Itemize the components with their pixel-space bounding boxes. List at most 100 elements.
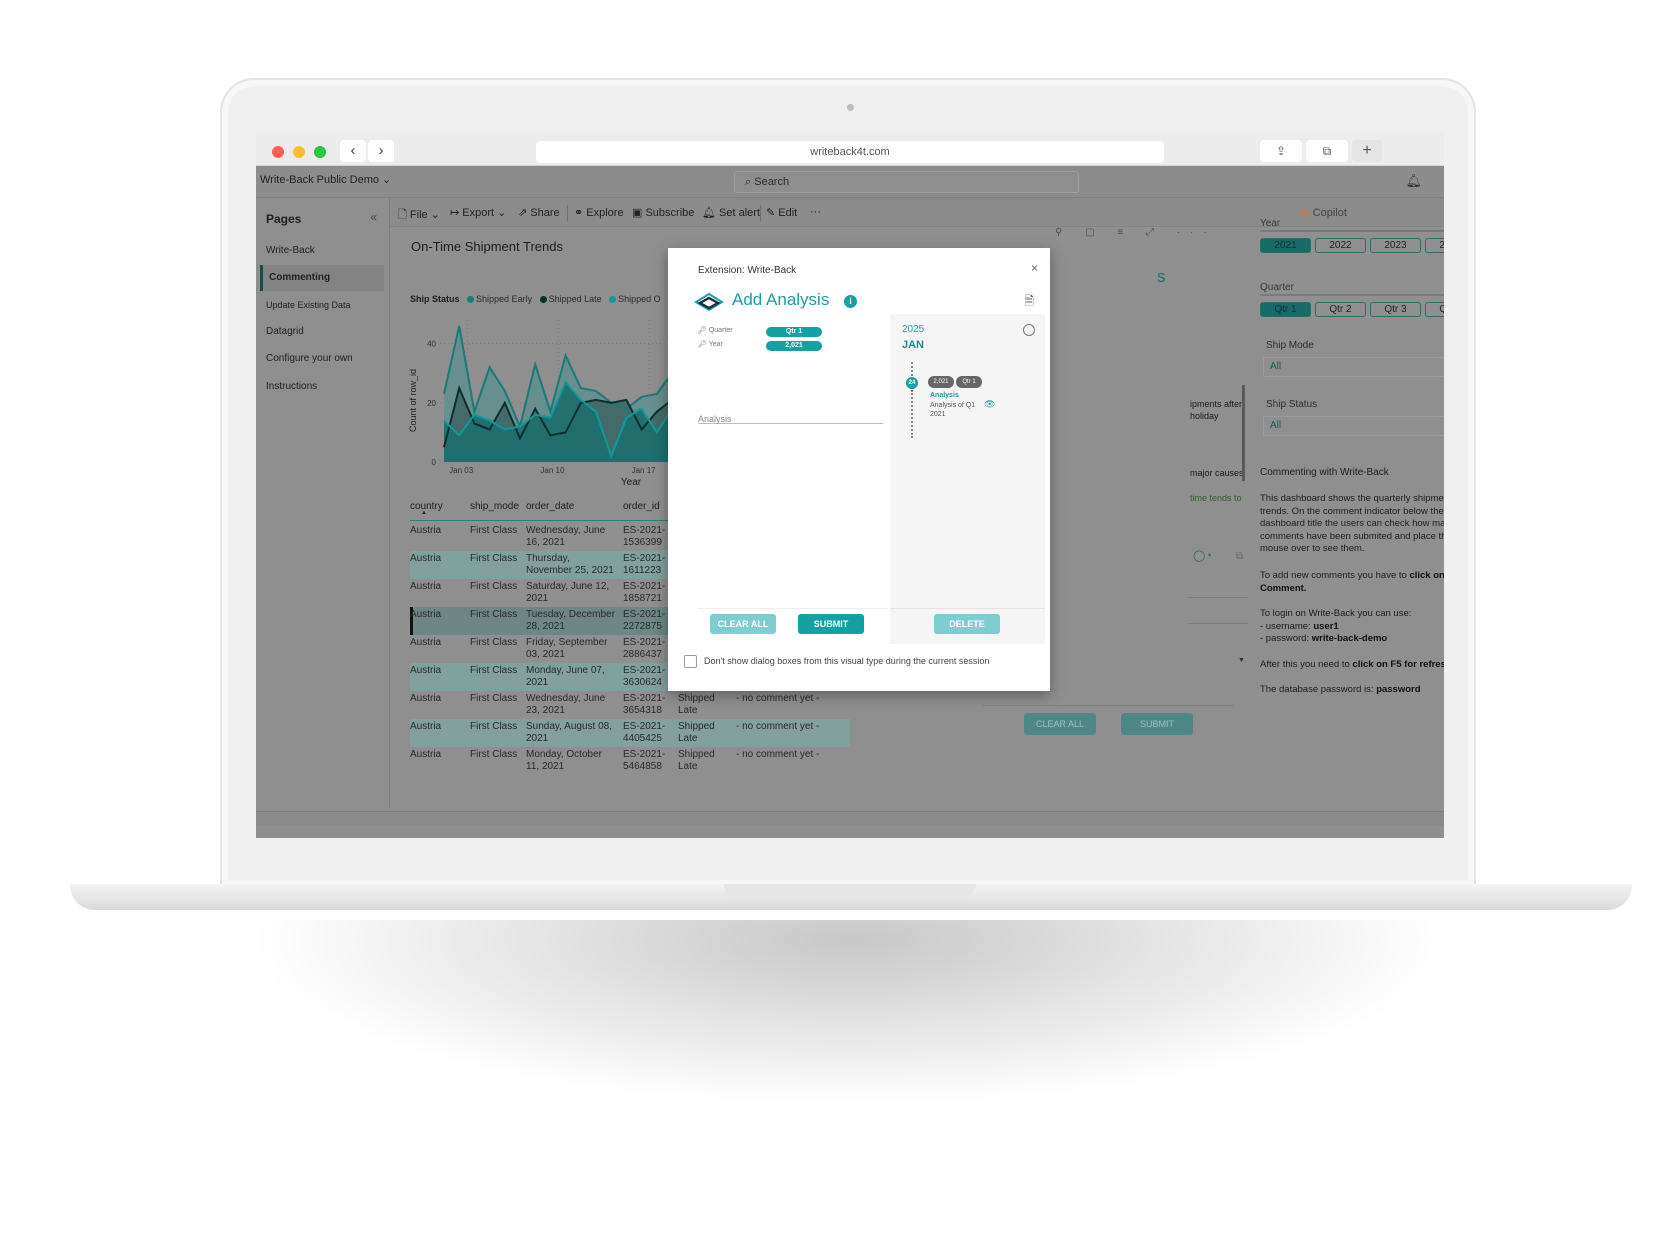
table-row[interactable]: Austria First Class Wednesday, June 23, 202…	[410, 691, 850, 719]
analysis-input[interactable]: Analysis	[698, 406, 883, 424]
clear-all-button[interactable]: CLEAR ALL	[710, 614, 776, 634]
cell-country: Austria	[410, 637, 442, 648]
ship-status-dropdown[interactable]: All ⌄	[1263, 416, 1444, 436]
chart-legend: Ship Status Shipped Early Shipped Late S…	[410, 294, 661, 304]
export-menu[interactable]: ↦ Export ⌄	[450, 206, 506, 219]
analysis-timeline-panel: 2025 JAN 24 2,021 Qtr 1 Analysis Analysi…	[890, 314, 1045, 644]
share-icon[interactable]: ⇪	[1260, 140, 1302, 162]
quarter-option-qtr-3[interactable]: Qtr 3	[1370, 302, 1421, 317]
cell-order-date: Friday, September 03, 2021	[526, 637, 608, 661]
select-radio[interactable]	[1023, 324, 1035, 336]
cell-order-id: ES-2021- 1536399	[623, 525, 665, 549]
bell-icon[interactable]: 🔔︎	[1405, 173, 1422, 189]
maximize-window-button[interactable]	[314, 146, 326, 158]
background-text-3: major causes	[1190, 468, 1244, 478]
workspace-selector[interactable]: Write-Back Public Demo ⌄	[260, 173, 391, 186]
cell-status: Shipped Late	[678, 749, 715, 773]
cell-order-id: ES-2021- 1611223	[623, 553, 665, 577]
legend-item-shipped-on-time[interactable]: Shipped O	[618, 294, 661, 304]
ship-mode-dropdown[interactable]: All ⌄	[1263, 357, 1444, 377]
background-submit-button[interactable]: SUBMIT	[1121, 713, 1193, 735]
sidebar-item-instructions[interactable]: Instructions	[260, 374, 384, 400]
cell-line: Late	[678, 705, 698, 716]
more-options-button[interactable]: ···	[810, 206, 821, 218]
comment-indicator-icon[interactable]: ◯◔	[1193, 549, 1212, 562]
forward-icon[interactable]: ›	[368, 140, 394, 162]
timeline-entry-text: Analysis of Q1 2021	[930, 402, 976, 418]
collapse-icon[interactable]: «	[370, 210, 377, 224]
sidebar-item-update-existing-data[interactable]: Update Existing Data	[260, 292, 384, 318]
key-icon: 🔑︎	[698, 327, 707, 334]
close-window-button[interactable]	[272, 146, 284, 158]
new-tab-icon[interactable]: +	[1352, 140, 1382, 162]
share-button[interactable]: ⇗ Share	[518, 206, 560, 219]
cell-ship-mode: First Class	[470, 693, 518, 704]
sort-ascending-icon[interactable]: ▲	[421, 510, 427, 516]
tabs-icon[interactable]: ⧉	[1306, 140, 1348, 162]
edit-button[interactable]: ✎ Edit	[766, 206, 797, 219]
info-heading: Commenting with Write-Back	[1260, 467, 1389, 478]
cell-line: ES-2021-	[623, 637, 666, 648]
legend-item-shipped-early[interactable]: Shipped Early	[476, 294, 532, 304]
cell-order-id: ES-2021- 5464858	[623, 749, 665, 773]
back-icon[interactable]: ‹	[340, 140, 366, 162]
explore-button[interactable]: ⚭ Explore	[574, 206, 624, 219]
table-row[interactable]: Austria First Class Sunday, August 08, 2021…	[410, 719, 850, 747]
add-comment-icon[interactable]: ⧉	[1236, 551, 1243, 562]
cell-line: ES-2021-	[623, 525, 666, 536]
legend-item-shipped-late[interactable]: Shipped Late	[549, 294, 602, 304]
document-icon[interactable]: 🗎	[1024, 292, 1034, 313]
subscribe-icon: ▣	[632, 207, 646, 219]
cell-line: 1536399	[623, 537, 662, 548]
submit-button[interactable]: SUBMIT	[798, 614, 864, 634]
cell-line: ES-2021-	[623, 665, 666, 676]
search-input[interactable]: ⌕ Search	[734, 171, 1079, 193]
quarter-slicer-label: Quarter	[1260, 282, 1294, 293]
year-option-2024[interactable]: 2024	[1425, 238, 1444, 253]
background-clear-all-button[interactable]: CLEAR ALL	[1024, 713, 1096, 735]
file-menu[interactable]: 🗋︎ File ⌄	[398, 206, 440, 225]
column-header-order-date[interactable]: order_date	[526, 501, 574, 512]
year-option-2022[interactable]: 2022	[1315, 238, 1366, 253]
eye-icon[interactable]: 👁︎	[984, 399, 995, 410]
subscribe-button[interactable]: ▣ Subscribe	[632, 206, 694, 219]
quarter-slicer-underline	[1260, 294, 1444, 296]
background-title-fragment: s	[1157, 267, 1166, 286]
year-option-2023[interactable]: 2023	[1370, 238, 1421, 253]
file-icon: 🗋︎	[398, 209, 410, 221]
dont-show-checkbox[interactable]	[684, 655, 697, 668]
dropdown-arrow-icon[interactable]: ▼	[1238, 657, 1245, 664]
set-alert-button[interactable]: 🔔︎ Set alert	[702, 206, 760, 219]
sidebar-item-write-back[interactable]: Write-Back	[260, 238, 384, 264]
divider	[1188, 597, 1248, 598]
info-paragraph-1: This dashboard shows the quarterly shipm…	[1260, 493, 1444, 554]
quarter-option-qtr-4[interactable]: Qtr 4	[1425, 302, 1444, 317]
sidebar-item-commenting[interactable]: Commenting	[260, 265, 384, 291]
background-scrollbar[interactable]	[1242, 385, 1245, 481]
sidebar-item-datagrid[interactable]: Datagrid	[260, 319, 384, 345]
quarter-option-qtr-2[interactable]: Qtr 2	[1315, 302, 1366, 317]
minimize-window-button[interactable]	[293, 146, 305, 158]
cell-line: 28, 2021	[526, 621, 565, 632]
address-bar[interactable]: writeback4t.com	[536, 141, 1164, 163]
cell-status: Shipped Late	[678, 693, 715, 717]
cell-order-id: ES-2021- 3654318	[623, 693, 665, 717]
timeline-day-badge: 24	[906, 377, 918, 389]
column-header-ship-mode[interactable]: ship_mode	[470, 501, 519, 512]
quarter-option-qtr-1[interactable]: Qtr 1	[1260, 302, 1311, 317]
copilot-button[interactable]: ◉ Copilot	[1300, 206, 1347, 219]
divider	[1188, 623, 1248, 624]
column-header-order-id[interactable]: order_id	[623, 501, 660, 512]
x-tick-label: Jan 03	[449, 466, 474, 475]
visual-header-icons[interactable]: ⚲ ▢ ≡ ⤢ ···	[1055, 227, 1217, 238]
close-icon[interactable]: ×	[1031, 261, 1038, 275]
sidebar-item-configure-your-own[interactable]: Configure your own	[260, 346, 384, 372]
cell-line: Tuesday, December	[526, 609, 615, 620]
info-icon[interactable]: i	[844, 295, 857, 308]
table-row[interactable]: Austria First Class Monday, October 11, 202…	[410, 747, 850, 775]
cell-order-date: Wednesday, June 23, 2021	[526, 693, 605, 717]
year-option-2021[interactable]: 2021	[1260, 238, 1311, 253]
delete-button[interactable]: DELETE	[934, 614, 1000, 634]
laptop-notch	[724, 884, 976, 898]
x-tick-label: Jan 10	[540, 466, 565, 475]
